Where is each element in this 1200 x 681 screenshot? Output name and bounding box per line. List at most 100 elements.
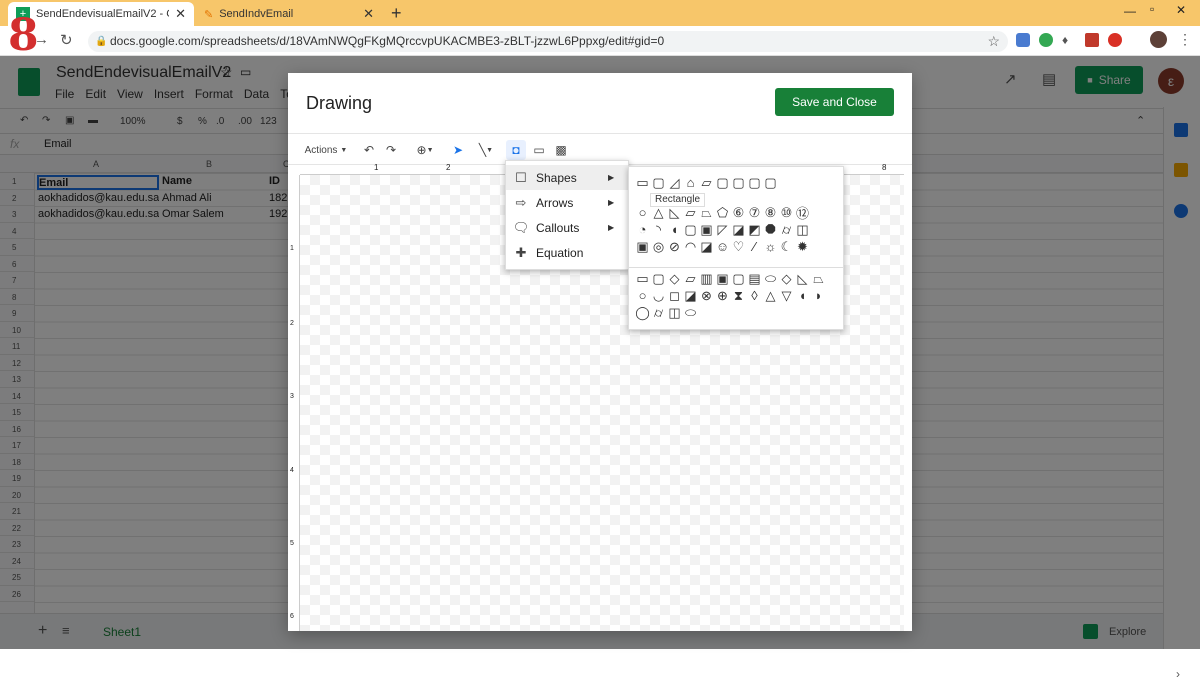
line-tool-icon[interactable]: ╲ ▼ <box>472 140 500 160</box>
shape-option-icon[interactable]: ⬭ <box>683 305 698 320</box>
shape-option-icon[interactable]: ☾ <box>779 239 794 254</box>
select-pointer-icon[interactable]: ➤ <box>448 140 468 160</box>
shape-option-icon[interactable]: ▢ <box>651 175 666 190</box>
shape-option-icon[interactable]: ⧗ <box>731 288 746 303</box>
shape-option-icon[interactable]: ◎ <box>651 239 666 254</box>
shape-option-icon[interactable]: ○ <box>635 205 650 220</box>
shape-option-icon[interactable]: ◺ <box>795 271 810 286</box>
shape-option-icon[interactable]: ⑧ <box>763 205 778 220</box>
profile-avatar[interactable] <box>1150 31 1167 48</box>
shape-option-icon[interactable]: ▣ <box>715 271 730 286</box>
shape-option-icon[interactable]: ⬭ <box>763 271 778 286</box>
shape-tool-icon[interactable]: ◘ <box>506 140 526 160</box>
shape-option-icon[interactable]: ▢ <box>747 175 762 190</box>
shape-option-icon[interactable]: ▢ <box>763 175 778 190</box>
shape-option-icon[interactable]: ◔ <box>635 222 650 237</box>
shape-option-icon[interactable]: ◠ <box>683 239 698 254</box>
shape-option-icon[interactable]: ◻ <box>667 288 682 303</box>
bulb-extension-icon[interactable]: ♦ <box>1062 33 1076 47</box>
shape-option-icon[interactable]: ▢ <box>731 271 746 286</box>
shape-option-icon[interactable]: ▤ <box>747 271 762 286</box>
red-extension-icon[interactable] <box>1108 33 1122 47</box>
camera-extension-icon[interactable] <box>1016 33 1030 47</box>
shape-option-icon[interactable]: ◫ <box>667 305 682 320</box>
shape-option-icon[interactable]: ⊘ <box>667 239 682 254</box>
menu-item-callouts[interactable]: 🗨 Callouts ▶ <box>506 215 628 240</box>
close-tab-icon[interactable]: ✕ <box>363 6 374 22</box>
shape-option-icon[interactable]: ▣ <box>635 239 650 254</box>
actions-menu-button[interactable]: Actions ▼ <box>304 140 348 160</box>
shape-option-icon[interactable]: ◇ <box>779 271 794 286</box>
shape-option-icon[interactable]: △ <box>763 288 778 303</box>
shape-option-icon[interactable]: ○ <box>635 288 650 303</box>
shape-option-icon[interactable]: ◝ <box>651 222 666 237</box>
shape-option-icon[interactable]: ◫ <box>795 222 810 237</box>
shape-option-icon[interactable]: △ <box>651 205 666 220</box>
shape-option-icon[interactable]: ⑥ <box>731 205 746 220</box>
reload-icon[interactable]: ↻ <box>60 31 73 49</box>
zoom-icon[interactable]: ⊕ ▼ <box>411 140 439 160</box>
shape-option-icon[interactable]: ▭ <box>635 271 650 286</box>
shape-option-icon[interactable]: ◡ <box>651 288 666 303</box>
shape-option-icon[interactable]: ▱ <box>699 175 714 190</box>
shape-option-icon[interactable]: ⑫ <box>795 205 810 221</box>
shape-option-icon[interactable]: ✹ <box>795 239 810 254</box>
shape-option-icon[interactable]: ◖ <box>667 222 682 237</box>
shape-option-icon[interactable]: ◿ <box>667 175 682 190</box>
shape-option-icon[interactable]: ⊗ <box>699 288 714 303</box>
shape-option-icon[interactable]: ▽ <box>779 288 794 303</box>
shape-option-icon[interactable]: ▣ <box>699 222 714 237</box>
chrome-menu-icon[interactable]: ⋮ <box>1178 31 1192 48</box>
grammarly-extension-icon[interactable] <box>1039 33 1053 47</box>
redo-icon[interactable]: ↷ <box>382 140 400 160</box>
menu-item-shapes[interactable]: ☐ Shapes ▶ <box>506 165 628 190</box>
menu-item-arrows[interactable]: ⇨ Arrows ▶ <box>506 190 628 215</box>
shape-option-icon[interactable]: ◪ <box>699 239 714 254</box>
shape-option-icon[interactable]: ⌂ <box>683 175 698 190</box>
close-window-icon[interactable]: ✕ <box>1176 3 1186 17</box>
shape-option-icon[interactable]: ◪ <box>683 288 698 303</box>
maximize-icon[interactable]: ▫ <box>1150 2 1154 16</box>
shape-option-icon[interactable]: ▢ <box>731 175 746 190</box>
shape-option-icon[interactable]: ◸ <box>715 222 730 237</box>
shape-option-icon[interactable]: ☺ <box>715 239 730 254</box>
shape-option-icon[interactable]: ◪ <box>731 222 746 237</box>
shape-option-icon[interactable]: ◊ <box>747 288 762 303</box>
shape-option-icon[interactable]: ☼ <box>763 239 778 254</box>
shape-option-icon[interactable]: ⁄ <box>747 239 762 254</box>
close-tab-icon[interactable]: ✕ <box>175 6 186 22</box>
new-tab-button[interactable]: + <box>391 3 402 24</box>
undo-icon[interactable]: ↶ <box>360 140 378 160</box>
shape-option-icon[interactable]: ▭ <box>635 175 650 190</box>
shape-option-icon[interactable]: ◗ <box>811 288 826 303</box>
shape-option-icon[interactable]: ▢ <box>651 271 666 286</box>
shape-option-icon[interactable]: ⑦ <box>747 205 762 220</box>
shape-option-icon[interactable]: ▢ <box>715 175 730 190</box>
shape-option-icon[interactable]: ⏢ <box>811 271 826 286</box>
expand-panel-icon[interactable]: › <box>1176 667 1180 681</box>
shape-option-icon[interactable]: ◺ <box>667 205 682 220</box>
browser-tab-email[interactable]: ✎ SendIndvEmail ✕ <box>196 2 382 26</box>
minimize-icon[interactable]: — <box>1124 4 1136 18</box>
shape-option-icon[interactable]: ⬠ <box>715 205 730 220</box>
url-field[interactable]: 🔒 docs.google.com/spreadsheets/d/18VAmNW… <box>88 31 1008 52</box>
save-and-close-button[interactable]: Save and Close <box>775 88 894 116</box>
shape-option-icon[interactable]: ▢ <box>683 222 698 237</box>
shape-option-icon[interactable]: ▱ <box>683 271 698 286</box>
text-box-icon[interactable]: ▭ <box>530 140 548 160</box>
shape-option-icon[interactable]: ▥ <box>699 271 714 286</box>
shape-option-icon[interactable]: ⏢ <box>699 205 714 220</box>
image-icon[interactable]: ▩ <box>552 140 570 160</box>
shape-option-icon[interactable]: ◯ <box>635 305 650 320</box>
pdf-extension-icon[interactable] <box>1085 33 1099 47</box>
shape-option-icon[interactable]: ⌭ <box>651 305 666 320</box>
shape-option-icon[interactable]: ⑩ <box>779 205 794 220</box>
shape-option-icon[interactable]: ⌭ <box>779 222 794 237</box>
shape-option-icon[interactable]: ◇ <box>667 271 682 286</box>
shape-option-icon[interactable]: ⯃ <box>763 222 778 237</box>
shape-option-icon[interactable]: ◖ <box>795 288 810 303</box>
bookmark-star-icon[interactable]: ☆ <box>987 31 1000 52</box>
shape-option-icon[interactable]: ▱ <box>683 205 698 220</box>
menu-item-equation[interactable]: ✚ Equation <box>506 240 628 265</box>
shape-option-icon[interactable]: ⊕ <box>715 288 730 303</box>
